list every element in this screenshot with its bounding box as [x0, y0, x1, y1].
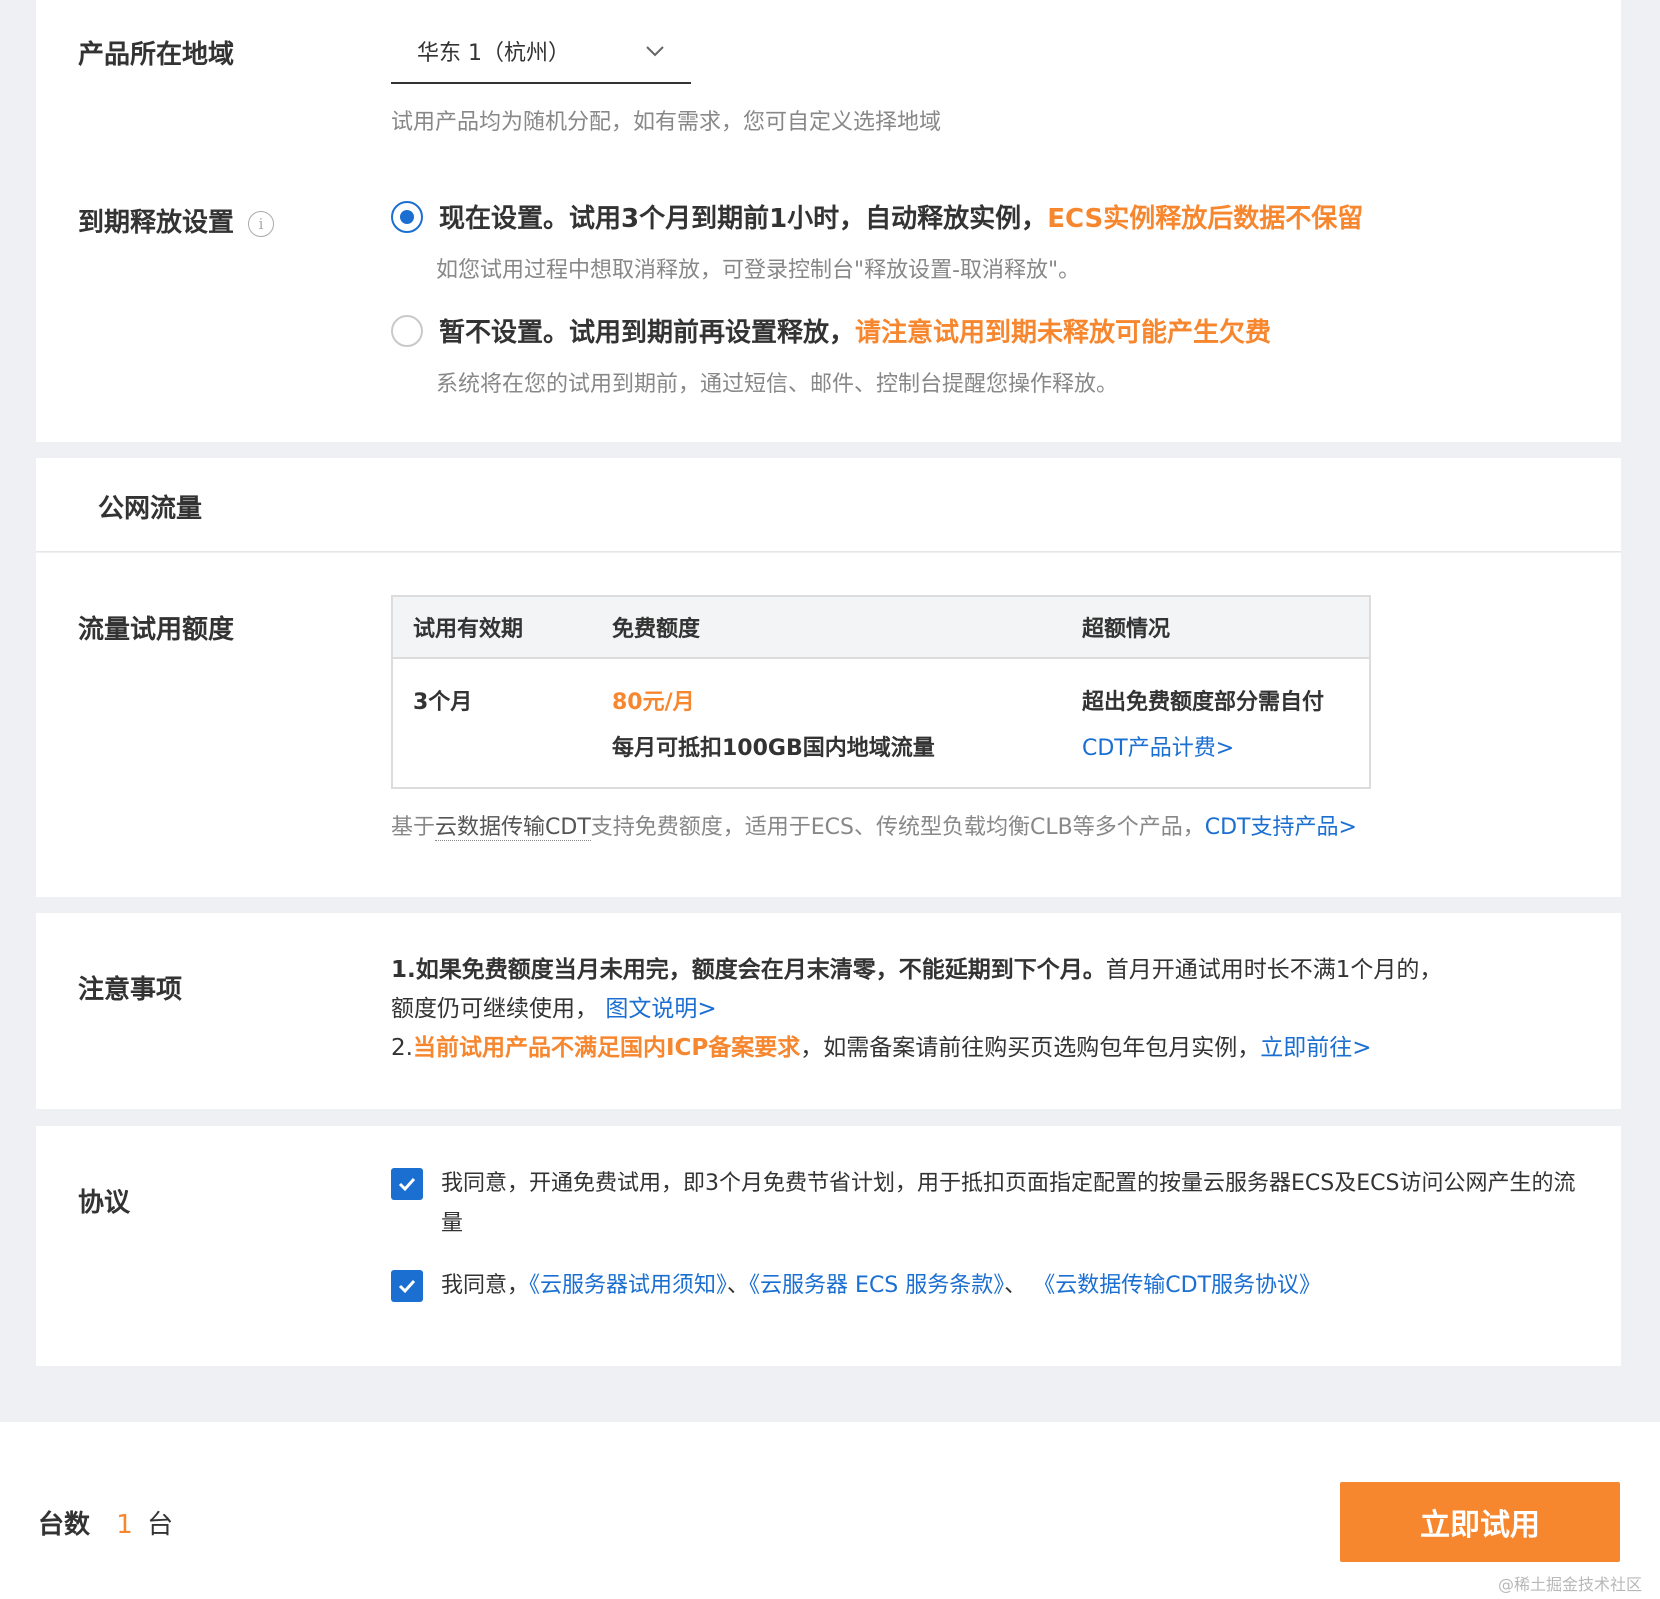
checkbox-checked[interactable] — [391, 1168, 423, 1200]
traffic-note-suffix: 支持免费额度，适用于ECS、传统型负载均衡CLB等多个产品， — [590, 815, 1205, 840]
agreement-item-1-text: 我同意，开通免费试用，即3个月免费节省计划，用于抵扣页面指定配置的按量云服务器E… — [441, 1171, 1576, 1236]
checkmark-icon — [398, 1279, 416, 1294]
agreement-sep-2: 、 — [1004, 1273, 1027, 1298]
radio-selected[interactable] — [391, 200, 423, 233]
agreement-item-1[interactable]: 我同意，开通免费试用，即3个月免费节省计划，用于抵扣页面指定配置的按量云服务器E… — [391, 1164, 1591, 1244]
release-option-now-text: 现在设置。试用3个月到期前1小时，自动释放实例，ECS实例释放后数据不保留 — [439, 198, 1363, 235]
checkmark-icon — [398, 1177, 416, 1192]
illustrated-guide-link[interactable]: 图文说明> — [605, 996, 716, 1022]
cdt-term[interactable]: 云数据传输CDT — [435, 815, 591, 841]
instance-count-unit: 台 — [147, 1510, 174, 1540]
instance-count: 台数 1 台 — [38, 1504, 173, 1541]
region-hint: 试用产品均为随机分配，如有需求，您可自定义选择地域 — [391, 110, 942, 135]
info-icon[interactable]: i — [248, 210, 275, 237]
go-now-link[interactable]: 立即前往> — [1260, 1035, 1371, 1061]
table-cell-quota-price: 80元/月 — [612, 690, 695, 715]
traffic-quota-card: 流量试用额度 试用有效期 免费额度 超额情况 3个月 80元/月 每月可抵扣10… — [36, 553, 1621, 897]
region-select-value: 华东 1（杭州） — [417, 41, 570, 66]
instance-count-label: 台数 — [38, 1510, 91, 1540]
agreement-item-2-text: 我同意，《云服务器试用须知》、《云服务器 ECS 服务条款》、 《云数据传输CD… — [441, 1266, 1321, 1306]
table-header-overage: 超额情况 — [1062, 596, 1370, 659]
checkbox-checked[interactable] — [391, 1270, 423, 1302]
notice-line-2: 额度仍可继续使用， 图文说明> — [391, 990, 1442, 1029]
traffic-header-card: 公网流量 — [36, 458, 1621, 552]
release-option-now-main: 现在设置。试用3个月到期前1小时，自动释放实例， — [439, 204, 1048, 234]
table-header-row: 试用有效期 免费额度 超额情况 — [392, 596, 1370, 659]
watermark: @稀土掘金技术社区 — [1497, 1575, 1642, 1594]
notice-content: 1.如果免费额度当月未用完，额度会在月末清零，不能延期到下个月。首月开通试用时长… — [391, 951, 1442, 1068]
config-card: 产品所在地域 华东 1（杭州） 试用产品均为随机分配，如有需求，您可自定义选择地… — [36, 0, 1621, 442]
release-option-later[interactable]: 暂不设置。试用到期前再设置释放，请注意试用到期未释放可能产生欠费 — [391, 312, 1271, 349]
cdt-agreement-link[interactable]: 《云数据传输CDT服务协议》 — [1033, 1273, 1321, 1298]
cdt-pricing-link[interactable]: CDT产品计费> — [1082, 723, 1369, 769]
release-label: 到期释放设置 i — [78, 202, 275, 239]
start-trial-button[interactable]: 立即试用 — [1340, 1482, 1620, 1562]
release-option-later-main: 暂不设置。试用到期前再设置释放， — [439, 318, 856, 348]
bottom-bar: 台数 1 台 立即试用 @稀土掘金技术社区 — [0, 1422, 1660, 1599]
notice-label: 注意事项 — [78, 975, 183, 1005]
release-label-text: 到期释放设置 — [78, 208, 235, 238]
chevron-down-icon — [646, 46, 664, 57]
release-option-later-text: 暂不设置。试用到期前再设置释放，请注意试用到期未释放可能产生欠费 — [439, 312, 1271, 349]
table-header-period: 试用有效期 — [392, 596, 592, 659]
notice-line-3-text: ，如需备案请前往购买页选购包年包月实例， — [800, 1035, 1261, 1061]
region-label: 产品所在地域 — [78, 40, 235, 70]
notice-line-1-rest: 首月开通试用时长不满1个月的， — [1105, 957, 1443, 983]
agreement-card: 协议 我同意，开通免费试用，即3个月免费节省计划，用于抵扣页面指定配置的按量云服… — [36, 1126, 1621, 1366]
table-row: 3个月 80元/月 每月可抵扣100GB国内地域流量 超出免费额度部分需自付 C… — [392, 658, 1370, 788]
ecs-terms-link[interactable]: 《云服务器 ECS 服务条款》 — [749, 1273, 1004, 1298]
traffic-note: 基于云数据传输CDT支持免费额度，适用于ECS、传统型负载均衡CLB等多个产品，… — [391, 809, 1357, 841]
agreement-sep-1: 、 — [727, 1273, 750, 1298]
agreement-item-2-prefix: 我同意， — [441, 1273, 530, 1298]
notice-line-2-text: 额度仍可继续使用， — [391, 996, 598, 1022]
table-cell-overage: 超出免费额度部分需自付 — [1082, 690, 1325, 715]
cdt-supported-products-link[interactable]: CDT支持产品> — [1205, 815, 1357, 840]
release-option-now-warning: ECS实例释放后数据不保留 — [1047, 204, 1364, 234]
traffic-section-title: 公网流量 — [98, 494, 203, 524]
notice-line-3-prefix: 2. — [391, 1035, 413, 1061]
notice-card: 注意事项 1.如果免费额度当月未用完，额度会在月末清零，不能延期到下个月。首月开… — [36, 913, 1621, 1109]
radio-unselected[interactable] — [391, 314, 423, 347]
instance-count-value: 1 — [116, 1510, 133, 1540]
agreement-label: 协议 — [78, 1188, 131, 1218]
release-option-later-warning: 请注意试用到期未释放可能产生欠费 — [855, 318, 1272, 348]
release-option-later-hint: 系统将在您的试用到期前，通过短信、邮件、控制台提醒您操作释放。 — [436, 372, 1119, 397]
notice-line-1: 1.如果免费额度当月未用完，额度会在月末清零，不能延期到下个月。首月开通试用时长… — [391, 951, 1442, 990]
table-cell-quota-desc: 每月可抵扣100GB国内地域流量 — [612, 736, 935, 761]
notice-line-1-bold: 1.如果免费额度当月未用完，额度会在月末清零，不能延期到下个月。 — [391, 957, 1106, 983]
release-option-now[interactable]: 现在设置。试用3个月到期前1小时，自动释放实例，ECS实例释放后数据不保留 — [391, 198, 1363, 235]
region-select[interactable]: 华东 1（杭州） — [391, 20, 691, 84]
table-header-quota: 免费额度 — [592, 596, 1062, 659]
notice-line-3: 2.当前试用产品不满足国内ICP备案要求，如需备案请前往购买页选购包年包月实例，… — [391, 1029, 1442, 1068]
traffic-note-prefix: 基于 — [391, 815, 436, 840]
agreement-item-2[interactable]: 我同意，《云服务器试用须知》、《云服务器 ECS 服务条款》、 《云数据传输CD… — [391, 1266, 1321, 1306]
traffic-quota-label: 流量试用额度 — [78, 615, 235, 645]
trial-notice-link[interactable]: 《云服务器试用须知》 — [529, 1273, 727, 1298]
icp-warning: 当前试用产品不满足国内ICP备案要求 — [412, 1035, 801, 1061]
traffic-quota-table: 试用有效期 免费额度 超额情况 3个月 80元/月 每月可抵扣100GB国内地域… — [391, 595, 1371, 789]
table-cell-period: 3个月 — [413, 690, 473, 715]
release-option-now-hint: 如您试用过程中想取消释放，可登录控制台"释放设置-取消释放"。 — [436, 258, 1081, 283]
